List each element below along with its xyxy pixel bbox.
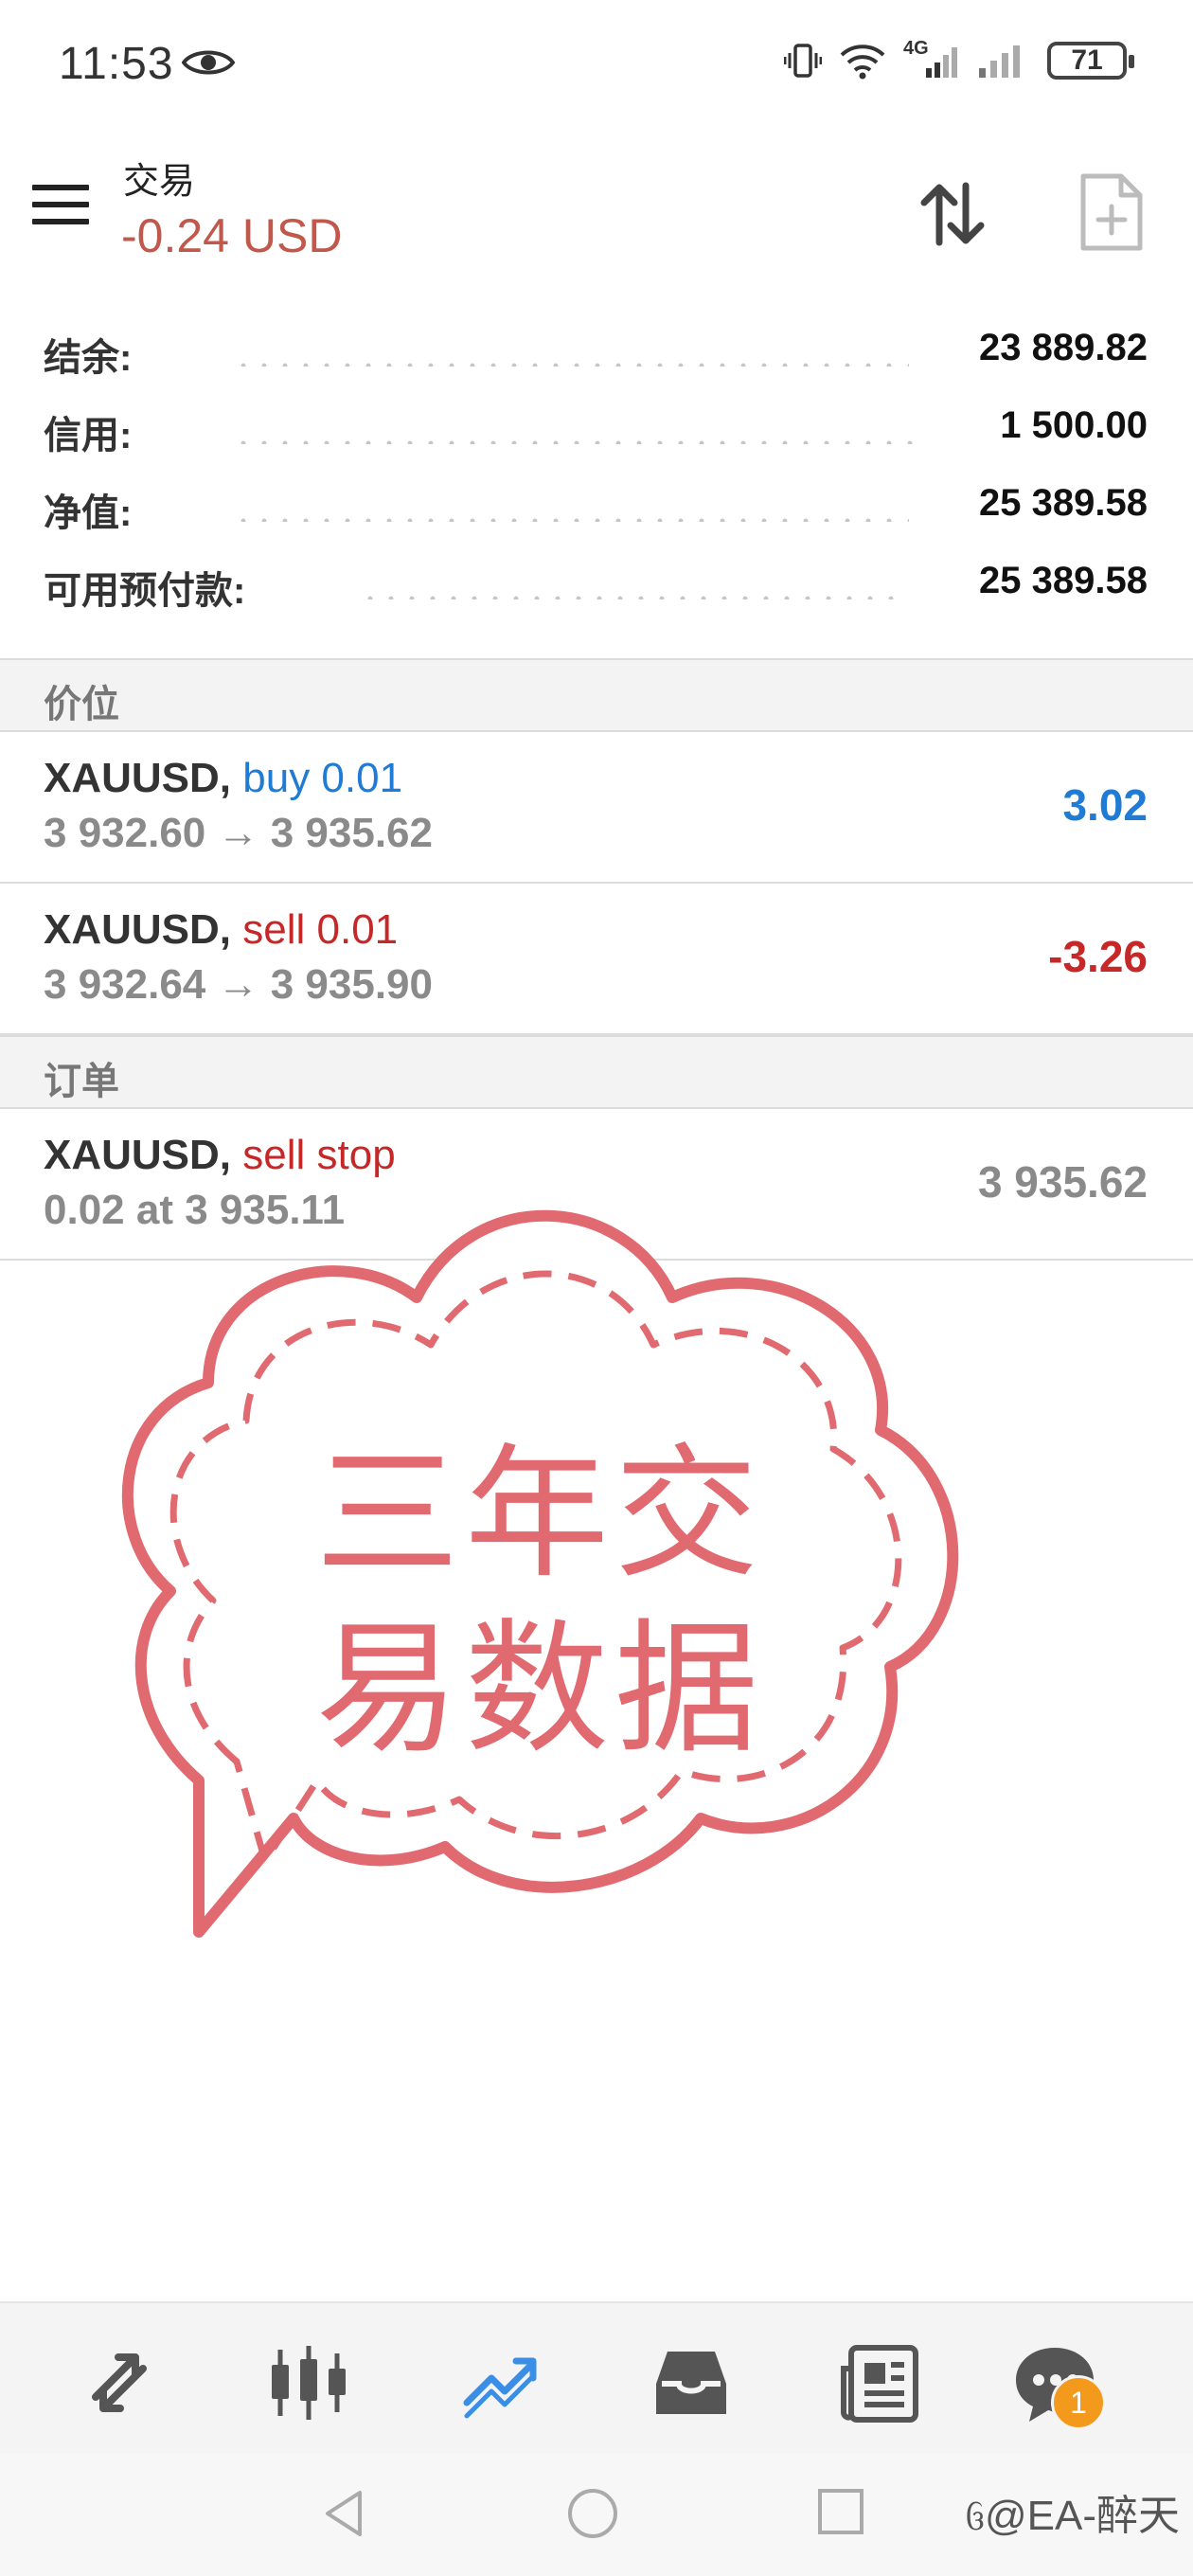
status-time: 11:53 [59, 39, 174, 89]
status-bar: 11:53 4G 71 [0, 0, 1193, 133]
position-row[interactable]: XAUUSD, sell 0.01 3 932.64 → 3 935.90 -3… [0, 884, 1193, 1035]
chart-icon[interactable] [261, 2335, 356, 2430]
position-prices: 3 932.64 → 3 935.90 [44, 961, 433, 1008]
system-navigation: ᦑ@EA-醉天 [0, 2453, 1193, 2576]
order-symbol: XAUUSD, [44, 1132, 232, 1178]
position-prices: 3 932.60 → 3 935.62 [44, 810, 433, 856]
position-action: sell 0.01 [242, 906, 399, 953]
news-icon[interactable] [833, 2335, 928, 2430]
chat-badge: 1 [1051, 2375, 1106, 2430]
battery-icon: 71 [1047, 42, 1134, 80]
position-row[interactable]: XAUUSD, buy 0.01 3 932.60 → 3 935.62 3.0… [0, 732, 1193, 884]
summary-credit: 信用: 1 500.00 [44, 404, 1148, 456]
sort-icon[interactable] [913, 174, 992, 254]
history-icon[interactable] [644, 2335, 739, 2430]
page-title: 交易 [123, 162, 196, 202]
new-order-icon[interactable] [1077, 172, 1144, 252]
position-action: buy 0.01 [242, 755, 403, 801]
wifi-icon [840, 45, 885, 80]
position-profit: 3.02 [1062, 780, 1148, 830]
total-profit: -0.24 USD [121, 209, 343, 262]
home-icon[interactable] [566, 2487, 619, 2540]
watermark: ᦑ@EA-醉天 [965, 2493, 1180, 2539]
eye-icon [182, 50, 235, 75]
position-symbol: XAUUSD, [44, 906, 232, 953]
summary-balance: 结余: 23 889.82 [44, 327, 1148, 379]
trade-icon[interactable] [453, 2335, 547, 2430]
order-price: 3 935.62 [977, 1157, 1148, 1207]
position-symbol: XAUUSD, [44, 755, 232, 801]
recents-icon[interactable] [816, 2487, 865, 2536]
sticker-text-line2: 易数据 [315, 1605, 764, 1773]
order-type: sell stop [242, 1132, 396, 1178]
app-bar: 交易 -0.24 USD [0, 142, 1193, 284]
account-summary: 结余: 23 889.82 信用: 1 500.00 净值: 25 389.58… [0, 327, 1193, 637]
quotes-icon[interactable] [72, 2335, 167, 2430]
menu-icon[interactable] [32, 185, 89, 230]
back-icon[interactable] [320, 2487, 367, 2540]
chat-icon[interactable]: 1 [1007, 2335, 1106, 2430]
summary-free-margin: 可用预付款: 25 389.58 [44, 560, 1148, 612]
summary-equity: 净值: 25 389.58 [44, 482, 1148, 534]
bottom-navigation: 1 [0, 2301, 1193, 2453]
signal-4g-icon: 4G [903, 38, 960, 80]
speech-bubble-sticker: 三年交 易数据 [95, 1193, 985, 1970]
positions-header: 价位 [0, 658, 1193, 732]
orders-header: 订单 [0, 1035, 1193, 1109]
vibrate-icon [784, 44, 822, 78]
signal-icon [979, 45, 1020, 78]
position-profit: -3.26 [1048, 932, 1148, 981]
